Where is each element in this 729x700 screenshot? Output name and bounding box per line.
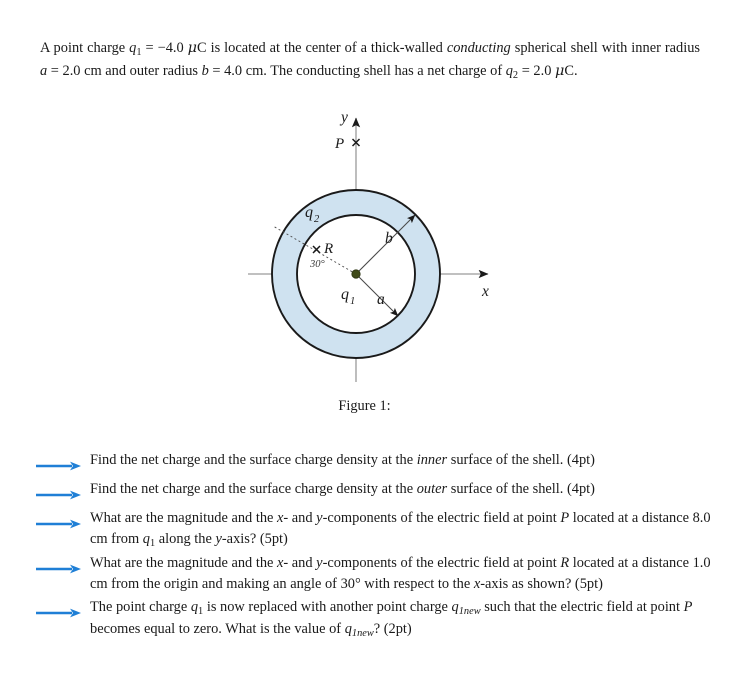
question-inner-surface: Find the net charge and the surface char… bbox=[36, 450, 712, 478]
intro-text-6: = 4.0 cm. The conducting shell has a net… bbox=[208, 63, 506, 80]
question-list: Find the net charge and the surface char… bbox=[36, 450, 712, 643]
intro-text-7: = 2.0 bbox=[518, 63, 556, 80]
bullet-arrow-icon bbox=[36, 515, 82, 536]
question-text: The point charge q1 is now replaced with… bbox=[90, 599, 693, 640]
intro-text-2: = −4.0 bbox=[141, 40, 188, 57]
problem-statement: A point charge q1 = −4.0 μC is located a… bbox=[40, 38, 700, 83]
unit-microcoulomb-2: μ bbox=[555, 63, 565, 80]
emph-inner: inner bbox=[416, 452, 448, 468]
x-axis-label: x bbox=[481, 283, 489, 300]
bullet-arrow-icon bbox=[36, 560, 82, 581]
intro-text: A point charge bbox=[40, 40, 130, 57]
svg-text:1: 1 bbox=[350, 296, 355, 307]
point-charge-dot bbox=[351, 269, 361, 279]
y-axis-label: y bbox=[339, 109, 348, 126]
emph-conducting: conducting bbox=[446, 40, 511, 57]
question-text: What are the magnitude and the x- and y-… bbox=[90, 510, 711, 549]
emph-outer: outer bbox=[416, 481, 448, 498]
bullet-arrow-icon bbox=[36, 457, 82, 478]
svg-text:q: q bbox=[305, 204, 313, 221]
symbol-b: b bbox=[201, 63, 209, 80]
radius-b-label: b bbox=[385, 230, 393, 247]
angle-label: 30° bbox=[309, 259, 326, 270]
question-text: Find the net charge and the surface char… bbox=[90, 481, 595, 498]
document-page: A point charge q1 = −4.0 μC is located a… bbox=[0, 0, 729, 700]
intro-text-8: C. bbox=[564, 63, 578, 80]
figure-caption: Figure 1: bbox=[338, 398, 391, 414]
question-text: What are the magnitude and the x- and y-… bbox=[90, 555, 711, 593]
question-text: Find the net charge and the surface char… bbox=[90, 452, 595, 468]
question-outer-surface: Find the net charge and the surface char… bbox=[36, 479, 712, 507]
symbol-q2: q2 bbox=[505, 63, 519, 81]
bullet-arrow-icon bbox=[36, 604, 82, 625]
figure-container: y x P R 30° q 2 q 1 a b bbox=[0, 100, 729, 400]
point-p-label: P bbox=[334, 136, 344, 152]
bullet-arrow-icon bbox=[36, 486, 82, 507]
svg-text:2: 2 bbox=[314, 214, 320, 225]
question-field-at-p: What are the magnitude and the x- and y-… bbox=[36, 508, 712, 551]
radius-a-label: a bbox=[377, 291, 385, 308]
shell-diagram: y x P R 30° q 2 q 1 a b bbox=[248, 109, 489, 382]
svg-text:q: q bbox=[341, 286, 349, 303]
intro-text-5: = 2.0 cm and outer radius bbox=[47, 63, 202, 80]
symbol-q1: q1 bbox=[129, 40, 142, 59]
intro-text-4: spherical shell with inner radius bbox=[510, 40, 701, 57]
unit-microcoulomb: μ bbox=[187, 40, 198, 57]
point-r-label: R bbox=[323, 241, 333, 257]
question-replacement-charge: The point charge q1 is now replaced with… bbox=[36, 597, 712, 641]
intro-text-3: C is located at the center of a thick-wa… bbox=[197, 40, 447, 57]
question-field-at-r: What are the magnitude and the x- and y-… bbox=[36, 553, 712, 595]
